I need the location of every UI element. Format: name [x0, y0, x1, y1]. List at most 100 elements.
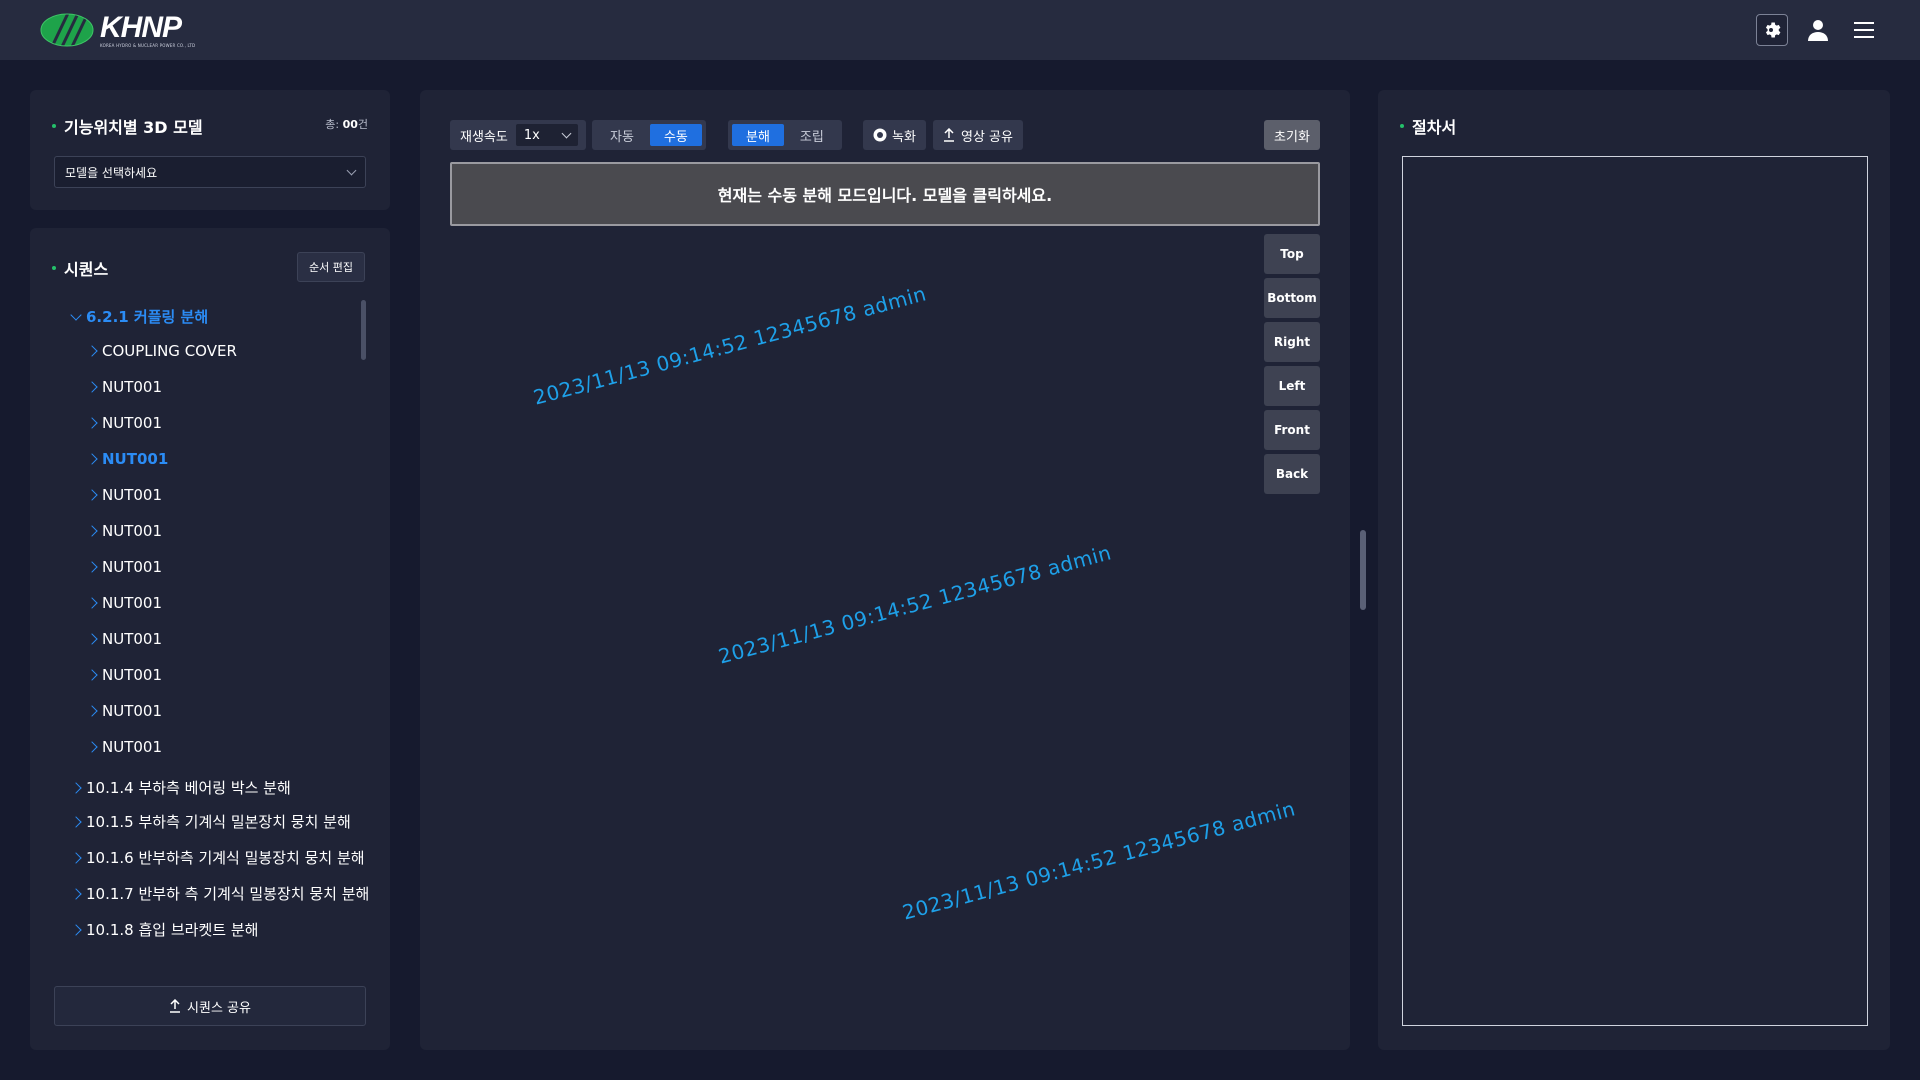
procedure-panel-title: 절차서: [1400, 114, 1456, 138]
tree-child-label: NUT001: [102, 594, 162, 612]
tree-child-item[interactable]: NUT001: [86, 738, 162, 756]
model-total-count: 총: 00건: [325, 116, 368, 132]
tree-group-label: 10.1.5 부하측 기계식 밀본장치 뭉치 분해: [86, 813, 351, 831]
user-button[interactable]: [1802, 14, 1834, 46]
watermark-text: 2023/11/13 09:14:52 12345678 admin: [715, 540, 1114, 669]
share-video-button[interactable]: 영상 공유: [933, 120, 1023, 150]
tree-group-label: 10.1.8 흡입 브라켓트 분해: [86, 921, 259, 939]
chevron-right-icon: [86, 345, 98, 357]
chevron-right-icon: [86, 417, 98, 429]
viewer-panel: 재생속도 1x 자동 수동 분해 조립 녹화 영상 공유 초기화 현재는 수동 …: [420, 90, 1366, 1050]
tree-group-item[interactable]: 10.1.8 흡입 브라켓트 분해: [70, 919, 259, 940]
watermark-text: 2023/11/13 09:14:52 12345678 admin: [899, 796, 1298, 925]
tree-child-item[interactable]: COUPLING COVER: [86, 342, 237, 360]
record-button[interactable]: 녹화: [863, 120, 926, 150]
model-panel-title-text: 기능위치별 3D 모델: [64, 118, 203, 137]
chevron-down-icon: [70, 308, 82, 321]
viewer-scrollbar[interactable]: [1360, 530, 1366, 610]
tree-group-item[interactable]: 10.1.7 반부하 측 기계식 밀봉장치 뭉치 분해: [70, 883, 370, 904]
tree-child-item[interactable]: NUT001: [86, 630, 162, 648]
logo-subtext: KOREA HYDRO & NUCLEAR POWER CO., LTD: [100, 42, 196, 48]
chevron-down-icon: [346, 165, 357, 175]
tree-child-item[interactable]: NUT001: [86, 702, 162, 720]
tree-group-item[interactable]: 10.1.4 부하측 베어링 박스 분해: [70, 777, 291, 798]
user-icon: [1808, 20, 1828, 41]
sequence-scrollbar[interactable]: [361, 300, 366, 360]
logo-wordmark: KHNP: [100, 10, 182, 44]
khnp-logo[interactable]: KHNP KOREA HYDRO & NUCLEAR POWER CO., LT…: [40, 10, 196, 48]
chevron-right-icon: [86, 453, 98, 465]
action-mode-toggle: 분해 조립: [728, 120, 842, 150]
tree-child-label: NUT001: [102, 486, 162, 504]
tree-child-item[interactable]: NUT001: [86, 378, 162, 396]
watermark-text: 2023/11/13 09:14:52 12345678 admin: [530, 281, 929, 410]
gear-icon: [1765, 22, 1781, 38]
view-right-button[interactable]: Right: [1264, 322, 1320, 362]
tree-group-item[interactable]: 10.1.6 반부하측 기계식 밀봉장치 뭉치 분해: [70, 847, 365, 868]
tree-child-label: NUT001: [102, 558, 162, 576]
tree-child-label: NUT001: [102, 450, 169, 468]
chevron-right-icon: [86, 705, 98, 717]
tree-child-item[interactable]: NUT001: [86, 558, 162, 576]
record-icon: [873, 128, 887, 142]
chevron-down-icon: [561, 128, 572, 138]
view-back-button[interactable]: Back: [1264, 454, 1320, 494]
view-bottom-button[interactable]: Bottom: [1264, 278, 1320, 318]
sequence-panel-title: 시퀀스: [52, 256, 108, 280]
tree-child-item[interactable]: NUT001: [86, 486, 162, 504]
chevron-right-icon: [70, 887, 82, 900]
disassemble-button[interactable]: 분해: [732, 124, 784, 146]
model-select[interactable]: 모델을 선택하세요: [54, 156, 366, 188]
tree-child-item[interactable]: NUT001: [86, 594, 162, 612]
edit-order-button[interactable]: 순서 편집: [297, 252, 365, 282]
assemble-button[interactable]: 조립: [786, 124, 838, 146]
settings-button[interactable]: [1756, 14, 1788, 46]
tree-child-label: NUT001: [102, 666, 162, 684]
chevron-right-icon: [70, 815, 82, 828]
reset-button[interactable]: 초기화: [1264, 120, 1320, 150]
tree-child-item[interactable]: NUT001: [86, 414, 162, 432]
upload-icon: [170, 999, 181, 1013]
share-sequence-button[interactable]: 시퀀스 공유: [54, 986, 366, 1026]
app-header: KHNP KOREA HYDRO & NUCLEAR POWER CO., LT…: [0, 0, 1920, 60]
view-front-button[interactable]: Front: [1264, 410, 1320, 450]
total-prefix: 총:: [325, 118, 343, 131]
tree-child-label: NUT001: [102, 702, 162, 720]
speed-label: 재생속도: [460, 129, 508, 145]
chevron-right-icon: [86, 669, 98, 681]
chevron-right-icon: [86, 381, 98, 393]
tree-child-item[interactable]: NUT001: [86, 450, 169, 468]
tree-group-label: 6.2.1 커플링 분해: [86, 308, 209, 326]
menu-button[interactable]: [1848, 14, 1880, 46]
tree-group-item[interactable]: 10.1.5 부하측 기계식 밀본장치 뭉치 분해: [70, 811, 351, 832]
mode-manual-button[interactable]: 수동: [649, 124, 702, 146]
chevron-right-icon: [86, 489, 98, 501]
chevron-right-icon: [86, 633, 98, 645]
tree-group-coupling[interactable]: 6.2.1 커플링 분해: [70, 306, 209, 327]
tree-item-clipped: [72, 958, 362, 964]
chevron-right-icon: [86, 525, 98, 537]
sequence-panel: 시퀀스 순서 편집 6.2.1 커플링 분해 COUPLING COVER NUT…: [30, 228, 390, 1050]
speed-select[interactable]: 1x: [515, 124, 578, 146]
upload-icon: [944, 128, 954, 142]
tree-group-label: 10.1.7 반부하 측 기계식 밀봉장치 뭉치 분해: [86, 885, 370, 903]
total-value: 00: [342, 118, 358, 131]
procedure-panel: 절차서: [1378, 90, 1890, 1050]
tree-group-label: 10.1.4 부하측 베어링 박스 분해: [86, 779, 291, 797]
tree-child-item[interactable]: NUT001: [86, 666, 162, 684]
model-panel: 기능위치별 3D 모델 총: 00건 모델을 선택하세요: [30, 90, 390, 210]
total-suffix: 건: [357, 118, 368, 131]
sequence-panel-title-text: 시퀀스: [64, 260, 109, 279]
tree-child-label: NUT001: [102, 630, 162, 648]
view-left-button[interactable]: Left: [1264, 366, 1320, 406]
view-top-button[interactable]: Top: [1264, 234, 1320, 274]
chevron-right-icon: [70, 781, 82, 794]
procedure-document-viewer[interactable]: [1402, 156, 1868, 1026]
mode-auto-button[interactable]: 자동: [596, 124, 648, 146]
chevron-right-icon: [70, 851, 82, 864]
tree-child-item[interactable]: NUT001: [86, 522, 162, 540]
clipped-row-text: [72, 958, 252, 964]
tree-child-label: COUPLING COVER: [102, 342, 237, 360]
record-label: 녹화: [892, 129, 916, 145]
share-video-label: 영상 공유: [961, 129, 1013, 145]
